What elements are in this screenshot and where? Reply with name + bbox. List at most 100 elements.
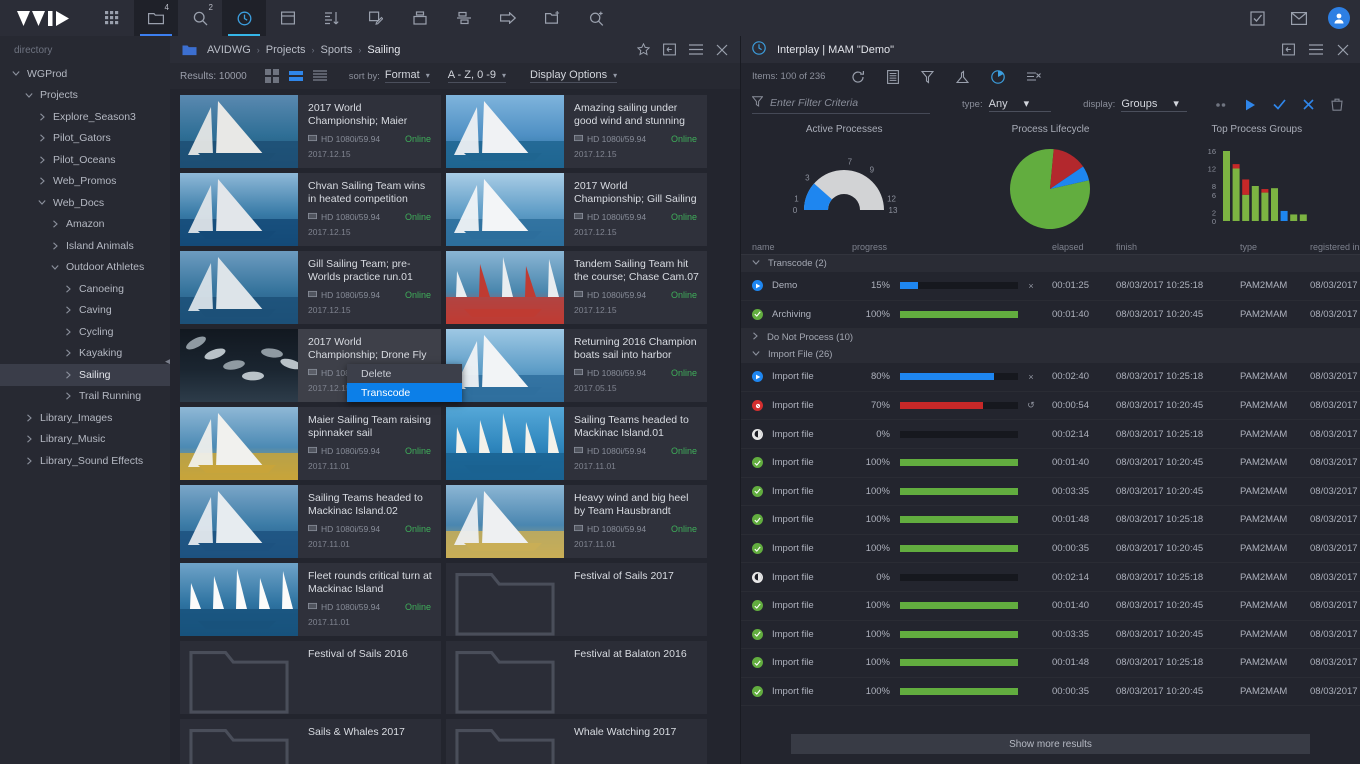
tree-item-library-sound-effects[interactable]: Library_Sound Effects [0, 450, 170, 472]
tree-item-caving[interactable]: Caving [0, 300, 170, 322]
asset-card[interactable]: Sails & Whales 2017 [180, 719, 441, 764]
table-row[interactable]: Import file 0% 00:02:14 08/03/2017 10:25… [741, 563, 1360, 592]
asset-card[interactable]: Fleet rounds critical turn at Mackinac I… [180, 563, 441, 636]
column-header-name[interactable]: name [752, 242, 852, 252]
asset-card[interactable]: Tandem Sailing Team hit the course; Chas… [446, 251, 707, 324]
chevron-right-icon[interactable] [62, 328, 74, 336]
grid-view-icon[interactable] [265, 69, 279, 83]
breadcrumb-item-avidwg[interactable]: AVIDWG [207, 44, 251, 56]
context-menu-item-delete[interactable]: Delete [347, 364, 462, 383]
column-header-registered-in-MAM[interactable]: registered in MAM [1310, 242, 1360, 252]
column-header-elapsed[interactable]: elapsed [1052, 242, 1116, 252]
chevron-right-icon[interactable] [62, 306, 74, 314]
tree-item-pilot-gators[interactable]: Pilot_Gators [0, 128, 170, 150]
tree-item-projects[interactable]: Projects [0, 85, 170, 107]
star-icon[interactable] [637, 43, 650, 56]
tree-item-web-docs[interactable]: Web_Docs [0, 192, 170, 214]
list-icon[interactable] [887, 70, 899, 84]
tree-item-sailing[interactable]: Sailing [0, 364, 170, 386]
checkbox-icon[interactable] [1238, 11, 1276, 26]
list-panel-icon[interactable] [266, 0, 310, 36]
close-icon[interactable] [716, 44, 728, 56]
tree-item-island-animals[interactable]: Island Animals [0, 235, 170, 257]
panel-collapse-icon[interactable] [663, 43, 676, 56]
chevron-right-icon[interactable] [752, 332, 759, 343]
list-view-icon[interactable] [313, 69, 327, 83]
tree-item-trail-running[interactable]: Trail Running [0, 386, 170, 408]
tree-item-library-music[interactable]: Library_Music [0, 429, 170, 451]
tree-item-amazon[interactable]: Amazon [0, 214, 170, 236]
chevron-down-icon[interactable] [49, 264, 61, 271]
tree-item-cycling[interactable]: Cycling [0, 321, 170, 343]
chevron-right-icon[interactable] [49, 242, 61, 250]
folder-icon[interactable]: 4 [134, 0, 178, 36]
chevron-down-icon[interactable] [752, 258, 760, 269]
table-row[interactable]: Import file 100% 00:01:40 08/03/2017 10:… [741, 592, 1360, 621]
pie-chart-icon[interactable] [991, 70, 1005, 84]
asset-card[interactable]: Amazing sailing under good wind and stun… [446, 95, 707, 168]
close-icon[interactable] [1337, 44, 1349, 56]
sort-list-icon[interactable] [310, 0, 354, 36]
deliver-arrow-icon[interactable] [486, 0, 530, 36]
check-icon[interactable] [1273, 99, 1286, 110]
chevron-down-icon[interactable] [23, 92, 35, 99]
import-box-icon[interactable] [398, 0, 442, 36]
asset-card[interactable]: Gill Sailing Team; pre-Worlds practice r… [180, 251, 441, 324]
display-dropdown[interactable]: Groups ▾ [1121, 97, 1187, 112]
chevron-right-icon[interactable] [36, 134, 48, 142]
retry-icon[interactable]: ↺ [1018, 400, 1044, 411]
table-row[interactable]: Import file 100% 00:00:35 08/03/2017 10:… [741, 678, 1360, 707]
apps-grid-icon[interactable] [90, 0, 134, 36]
chevron-right-icon[interactable] [62, 285, 74, 293]
chevron-right-icon[interactable] [23, 457, 35, 465]
menu-icon[interactable] [689, 44, 703, 55]
chevron-down-icon[interactable] [752, 349, 760, 360]
group-row-transcode[interactable]: Transcode (2) [741, 255, 1360, 272]
chevron-right-icon[interactable] [36, 156, 48, 164]
asset-card[interactable]: Festival at Balaton 2016 [446, 641, 707, 714]
new-folder-icon[interactable] [530, 0, 574, 36]
type-dropdown[interactable]: Any ▾ [989, 97, 1052, 112]
table-row[interactable]: Import file 80% × 00:02:40 08/03/2017 10… [741, 363, 1360, 392]
panel-collapse-icon[interactable] [1282, 43, 1295, 56]
asset-card[interactable]: Festival of Sails 2017 [446, 563, 707, 636]
new-search-icon[interactable] [574, 0, 618, 36]
process-clock-icon[interactable] [222, 0, 266, 36]
more-icon[interactable] [1214, 102, 1228, 108]
mail-icon[interactable] [1280, 12, 1318, 25]
column-header-progress[interactable]: progress [852, 242, 1052, 252]
context-menu-item-transcode[interactable]: Transcode [347, 383, 462, 402]
show-more-button[interactable]: Show more results [791, 734, 1310, 754]
asset-card[interactable]: Sailing Teams headed to Mackinac Island.… [446, 407, 707, 480]
table-row[interactable]: Import file 100% 00:01:48 08/03/2017 10:… [741, 506, 1360, 535]
asset-card[interactable]: Whale Watching 2017 [446, 719, 707, 764]
card-view-icon[interactable] [289, 69, 303, 83]
delete-icon[interactable] [1331, 98, 1343, 111]
breadcrumb-item-sports[interactable]: Sports [321, 44, 353, 56]
play-icon[interactable] [1245, 99, 1256, 111]
chevron-right-icon[interactable] [23, 435, 35, 443]
chevron-right-icon[interactable] [36, 177, 48, 185]
table-row[interactable]: Import file 100% 00:00:35 08/03/2017 10:… [741, 535, 1360, 564]
cancel-icon[interactable]: × [1018, 372, 1044, 382]
asset-card[interactable]: Chvan Sailing Team wins in heated compet… [180, 173, 441, 246]
filter-down-icon[interactable] [921, 70, 934, 84]
menu-icon[interactable] [1309, 44, 1323, 55]
timeline-icon[interactable] [442, 0, 486, 36]
tree-item-kayaking[interactable]: Kayaking [0, 343, 170, 365]
column-header-finish[interactable]: finish [1116, 242, 1240, 252]
tree-item-canoeing[interactable]: Canoeing [0, 278, 170, 300]
user-avatar[interactable] [1328, 7, 1350, 29]
cancel-icon[interactable] [1303, 99, 1314, 110]
tree-item-outdoor-athletes[interactable]: Outdoor Athletes [0, 257, 170, 279]
refresh-icon[interactable] [851, 70, 865, 84]
table-row[interactable]: Import file 100% 00:01:48 08/03/2017 10:… [741, 649, 1360, 678]
table-row[interactable]: Import file 70% ↺ 00:00:54 08/03/2017 10… [741, 392, 1360, 421]
group-row-import-file[interactable]: Import File (26) [741, 346, 1360, 363]
table-row[interactable]: Import file 100% 00:03:35 08/03/2017 10:… [741, 621, 1360, 650]
group-row-do-not-process[interactable]: Do Not Process (10) [741, 329, 1360, 346]
column-header-type[interactable]: type [1240, 242, 1310, 252]
chevron-right-icon[interactable] [62, 371, 74, 379]
table-row[interactable]: Demo 15% × 00:01:25 08/03/2017 10:25:18 … [741, 272, 1360, 301]
chevron-right-icon[interactable] [62, 349, 74, 357]
